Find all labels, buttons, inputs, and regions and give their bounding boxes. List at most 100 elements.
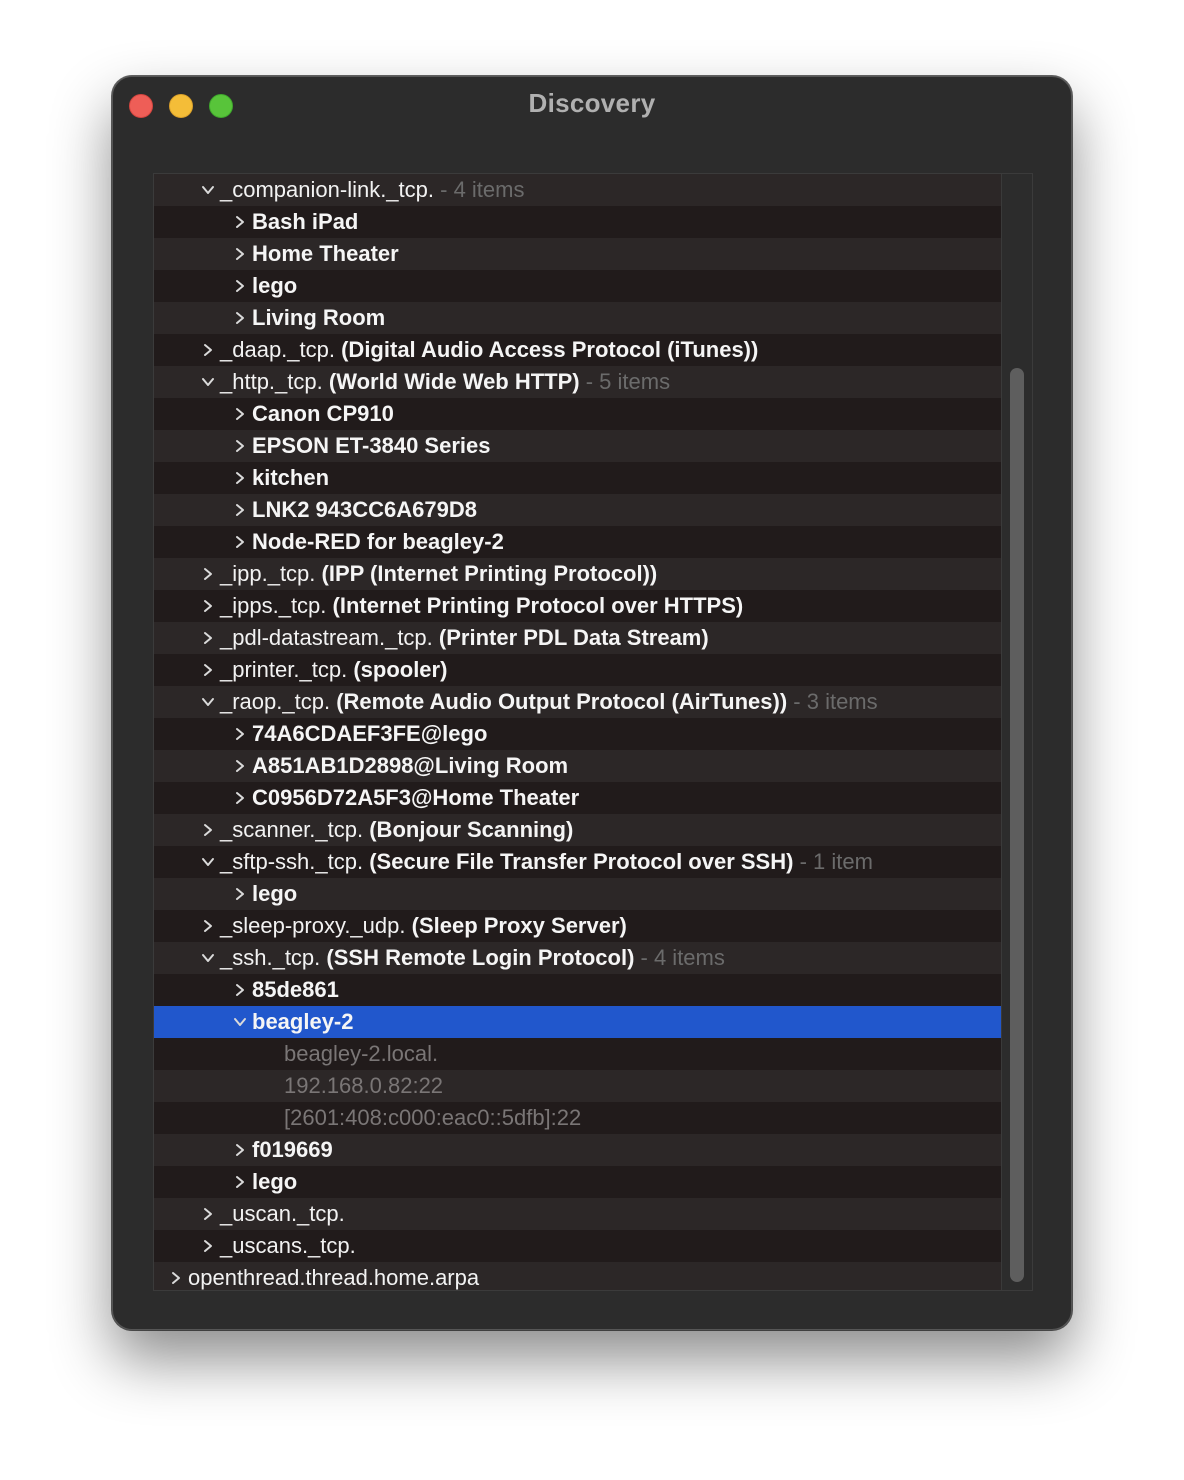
row-text: LNK2 943CC6A679D8 [252,494,477,526]
row-name: kitchen [252,465,330,490]
row-name: _companion-link._tcp. [220,177,435,202]
instance-row[interactable]: Home Theater [154,238,1001,270]
chevron-right-icon[interactable] [198,334,218,366]
chevron-right-icon[interactable] [230,430,250,462]
chevron-down-icon[interactable] [198,174,218,206]
instance-row[interactable]: kitchen [154,462,1001,494]
instance-row[interactable]: lego [154,878,1001,910]
chevron-right-icon[interactable] [230,270,250,302]
service-row[interactable]: _http._tcp. (World Wide Web HTTP) - 5 it… [154,366,1001,398]
chevron-right-icon[interactable] [198,622,218,654]
service-row[interactable]: _sleep-proxy._udp. (Sleep Proxy Server) [154,910,1001,942]
chevron-right-icon[interactable] [230,526,250,558]
chevron-right-icon[interactable] [230,750,250,782]
detail-row[interactable]: [2601:408:c000:eac0::5dfb]:22 [154,1102,1001,1134]
row-name: _http._tcp. [220,369,323,394]
chevron-right-icon[interactable] [198,1198,218,1230]
chevron-right-icon[interactable] [230,782,250,814]
window-title: Discovery [528,88,656,118]
chevron-right-icon[interactable] [230,974,250,1006]
vertical-scrollbar[interactable] [1001,174,1032,1290]
chevron-right-icon[interactable] [230,238,250,270]
service-row[interactable]: _uscan._tcp. [154,1198,1001,1230]
row-text: _uscans._tcp. [220,1230,356,1262]
row-name: Canon CP910 [252,401,394,426]
detail-row[interactable]: beagley-2.local. [154,1038,1001,1070]
row-text: Home Theater [252,238,399,270]
service-row[interactable]: _daap._tcp. (Digital Audio Access Protoc… [154,334,1001,366]
row-name: _uscans._tcp. [220,1233,356,1258]
row-name: 74A6CDAEF3FE@lego [252,721,488,746]
row-text: _uscan._tcp. [220,1198,345,1230]
chevron-right-icon[interactable] [230,398,250,430]
detail-row[interactable]: 192.168.0.82:22 [154,1070,1001,1102]
chevron-right-icon[interactable] [230,1166,250,1198]
service-row[interactable]: _uscans._tcp. [154,1230,1001,1262]
titlebar[interactable]: Discovery [113,77,1071,137]
chevron-right-icon[interactable] [198,1230,218,1262]
service-row[interactable]: _printer._tcp. (spooler) [154,654,1001,686]
service-row[interactable]: _ipp._tcp. (IPP (Internet Printing Proto… [154,558,1001,590]
instance-row[interactable]: C0956D72A5F3@Home Theater [154,782,1001,814]
chevron-right-icon[interactable] [230,302,250,334]
service-row[interactable]: _scanner._tcp. (Bonjour Scanning) [154,814,1001,846]
instance-row[interactable]: Canon CP910 [154,398,1001,430]
chevron-down-icon[interactable] [198,366,218,398]
service-row[interactable]: _sftp-ssh._tcp. (Secure File Transfer Pr… [154,846,1001,878]
instance-row[interactable]: beagley-2 [154,1006,1001,1038]
row-name: 192.168.0.82:22 [284,1073,444,1098]
chevron-right-icon[interactable] [198,814,218,846]
instance-row[interactable]: A851AB1D2898@Living Room [154,750,1001,782]
instance-row[interactable]: LNK2 943CC6A679D8 [154,494,1001,526]
service-row[interactable]: _ipps._tcp. (Internet Printing Protocol … [154,590,1001,622]
row-text: _sftp-ssh._tcp. (Secure File Transfer Pr… [220,846,873,878]
scrollbar-thumb[interactable] [1010,368,1024,1282]
chevron-right-icon[interactable] [198,590,218,622]
service-description: (Sleep Proxy Server) [411,913,627,938]
chevron-right-icon[interactable] [166,1262,186,1290]
service-row[interactable]: _companion-link._tcp. - 4 items [154,174,1001,206]
chevron-down-icon[interactable] [230,1006,250,1038]
chevron-right-icon[interactable] [230,206,250,238]
row-text: _scanner._tcp. (Bonjour Scanning) [220,814,573,846]
instance-row[interactable]: f019669 [154,1134,1001,1166]
service-row[interactable]: _ssh._tcp. (SSH Remote Login Protocol) -… [154,942,1001,974]
instance-row[interactable]: Bash iPad [154,206,1001,238]
row-name: 85de861 [252,977,339,1002]
service-description: (Printer PDL Data Stream) [438,625,709,650]
chevron-right-icon[interactable] [198,558,218,590]
domain-row[interactable]: openthread.thread.home.arpa [154,1262,1001,1290]
instance-row[interactable]: 85de861 [154,974,1001,1006]
instance-row[interactable]: 74A6CDAEF3FE@lego [154,718,1001,750]
chevron-right-icon[interactable] [198,654,218,686]
row-text: lego [252,270,297,302]
chevron-right-icon[interactable] [230,718,250,750]
service-row[interactable]: _raop._tcp. (Remote Audio Output Protoco… [154,686,1001,718]
service-description: (World Wide Web HTTP) [328,369,580,394]
chevron-right-icon[interactable] [230,1134,250,1166]
chevron-down-icon[interactable] [198,686,218,718]
chevron-down-icon[interactable] [198,942,218,974]
service-outline-view[interactable]: _companion-link._tcp. - 4 items Bash iPad… [153,173,1033,1291]
instance-row[interactable]: Living Room [154,302,1001,334]
row-name: _scanner._tcp. [220,817,364,842]
instance-row[interactable]: EPSON ET-3840 Series [154,430,1001,462]
chevron-right-icon[interactable] [230,462,250,494]
chevron-down-icon[interactable] [198,846,218,878]
row-name: lego [252,881,298,906]
chevron-right-icon[interactable] [230,878,250,910]
instance-row[interactable]: lego [154,1166,1001,1198]
chevron-right-icon[interactable] [198,910,218,942]
instance-row[interactable]: Node-RED for beagley-2 [154,526,1001,558]
row-text: [2601:408:c000:eac0::5dfb]:22 [284,1102,581,1134]
row-text: A851AB1D2898@Living Room [252,750,568,782]
service-row[interactable]: _pdl-datastream._tcp. (Printer PDL Data … [154,622,1001,654]
row-text: _ipp._tcp. (IPP (Internet Printing Proto… [220,558,657,590]
row-text: f019669 [252,1134,333,1166]
service-description: (Internet Printing Protocol over HTTPS) [332,593,744,618]
instance-row[interactable]: lego [154,270,1001,302]
row-text: _http._tcp. (World Wide Web HTTP) - 5 it… [220,366,670,398]
chevron-right-icon[interactable] [230,494,250,526]
row-name: openthread.thread.home.arpa [188,1265,480,1290]
row-text: _raop._tcp. (Remote Audio Output Protoco… [220,686,878,718]
